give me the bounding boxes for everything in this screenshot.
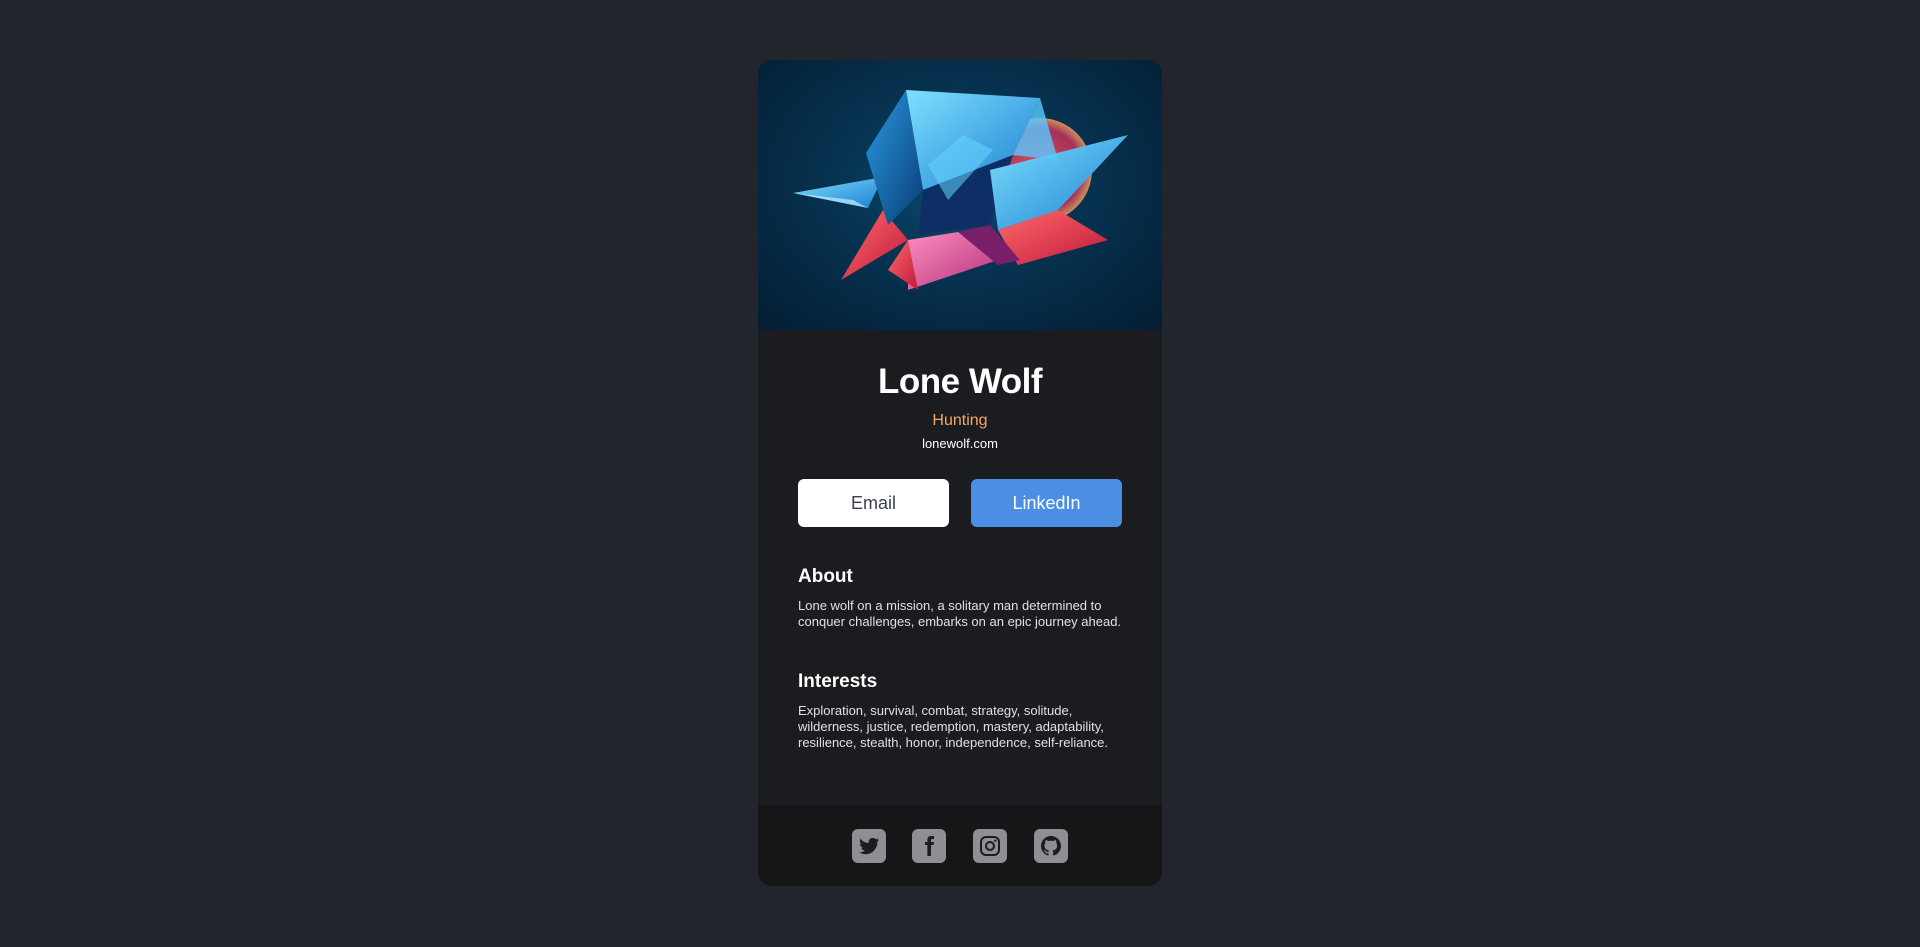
crystal-artwork	[793, 90, 1128, 290]
contact-buttons: Email LinkedIn	[798, 479, 1122, 527]
about-text: Lone wolf on a mission, a solitary man d…	[798, 598, 1122, 629]
facebook-icon	[925, 836, 934, 856]
github-icon	[1041, 836, 1061, 856]
profile-card: Lone Wolf Hunting lonewolf.com Email Lin…	[758, 60, 1162, 886]
twitter-button[interactable]	[852, 829, 886, 863]
twitter-icon	[859, 837, 880, 855]
profile-info: Lone Wolf Hunting lonewolf.com	[758, 330, 1162, 452]
interests-heading: Interests	[798, 671, 878, 692]
profile-website-link[interactable]: lonewolf.com	[758, 436, 1162, 452]
github-button[interactable]	[1034, 829, 1068, 863]
profile-name: Lone Wolf	[878, 362, 1043, 401]
about-section: About Lone wolf on a mission, a solitary…	[798, 566, 1122, 630]
instagram-button[interactable]	[973, 829, 1007, 863]
about-heading: About	[798, 566, 853, 587]
profile-hero-image	[758, 60, 1162, 330]
interests-section: Interests Exploration, survival, combat,…	[798, 671, 1122, 751]
social-footer	[758, 805, 1162, 886]
profile-role: Hunting	[932, 412, 988, 429]
email-button[interactable]: Email	[798, 479, 949, 527]
linkedin-button[interactable]: LinkedIn	[971, 479, 1122, 527]
instagram-icon	[980, 836, 1000, 856]
facebook-button[interactable]	[912, 829, 946, 863]
interests-text: Exploration, survival, combat, strategy,…	[798, 703, 1109, 750]
